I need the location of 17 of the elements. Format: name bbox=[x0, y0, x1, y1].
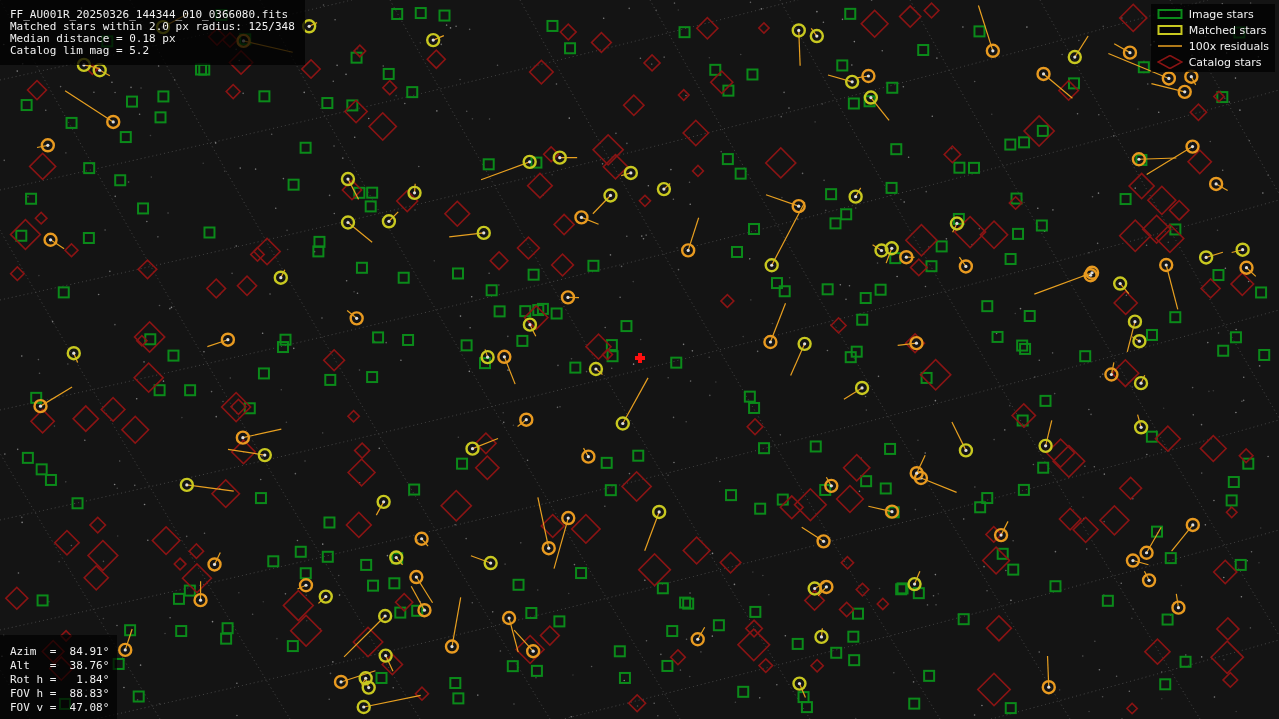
pointing-line: Alt = 38.76° bbox=[10, 659, 110, 673]
legend-label: 100x residuals bbox=[1188, 39, 1269, 53]
square-marker-icon bbox=[1156, 7, 1183, 21]
center-cross-icon bbox=[635, 353, 645, 363]
legend-label: Matched stars bbox=[1188, 23, 1267, 37]
legend-label: Image stars bbox=[1188, 7, 1254, 21]
pointing-line: FOV v = 47.08° bbox=[10, 701, 110, 715]
info-line: FF_AU001R_20250326_144344_010_0366080.fits bbox=[10, 9, 290, 21]
info-line: Catalog lim mag = 5.2 bbox=[10, 45, 151, 57]
info-line: Median distance = 0.18 px bbox=[10, 33, 177, 45]
diamond-marker-icon bbox=[1156, 55, 1183, 69]
pointing-line: Rot h = 1.84° bbox=[10, 673, 110, 687]
info-line: Matched stars within 2.0 px radius: 125/348 bbox=[10, 21, 295, 33]
matched-marker-icon bbox=[1156, 23, 1183, 37]
pointing-line: Azim = 84.91° bbox=[10, 645, 110, 659]
pointing-line: FOV h = 88.83° bbox=[10, 687, 110, 701]
legend-label: Catalog stars bbox=[1188, 55, 1262, 69]
